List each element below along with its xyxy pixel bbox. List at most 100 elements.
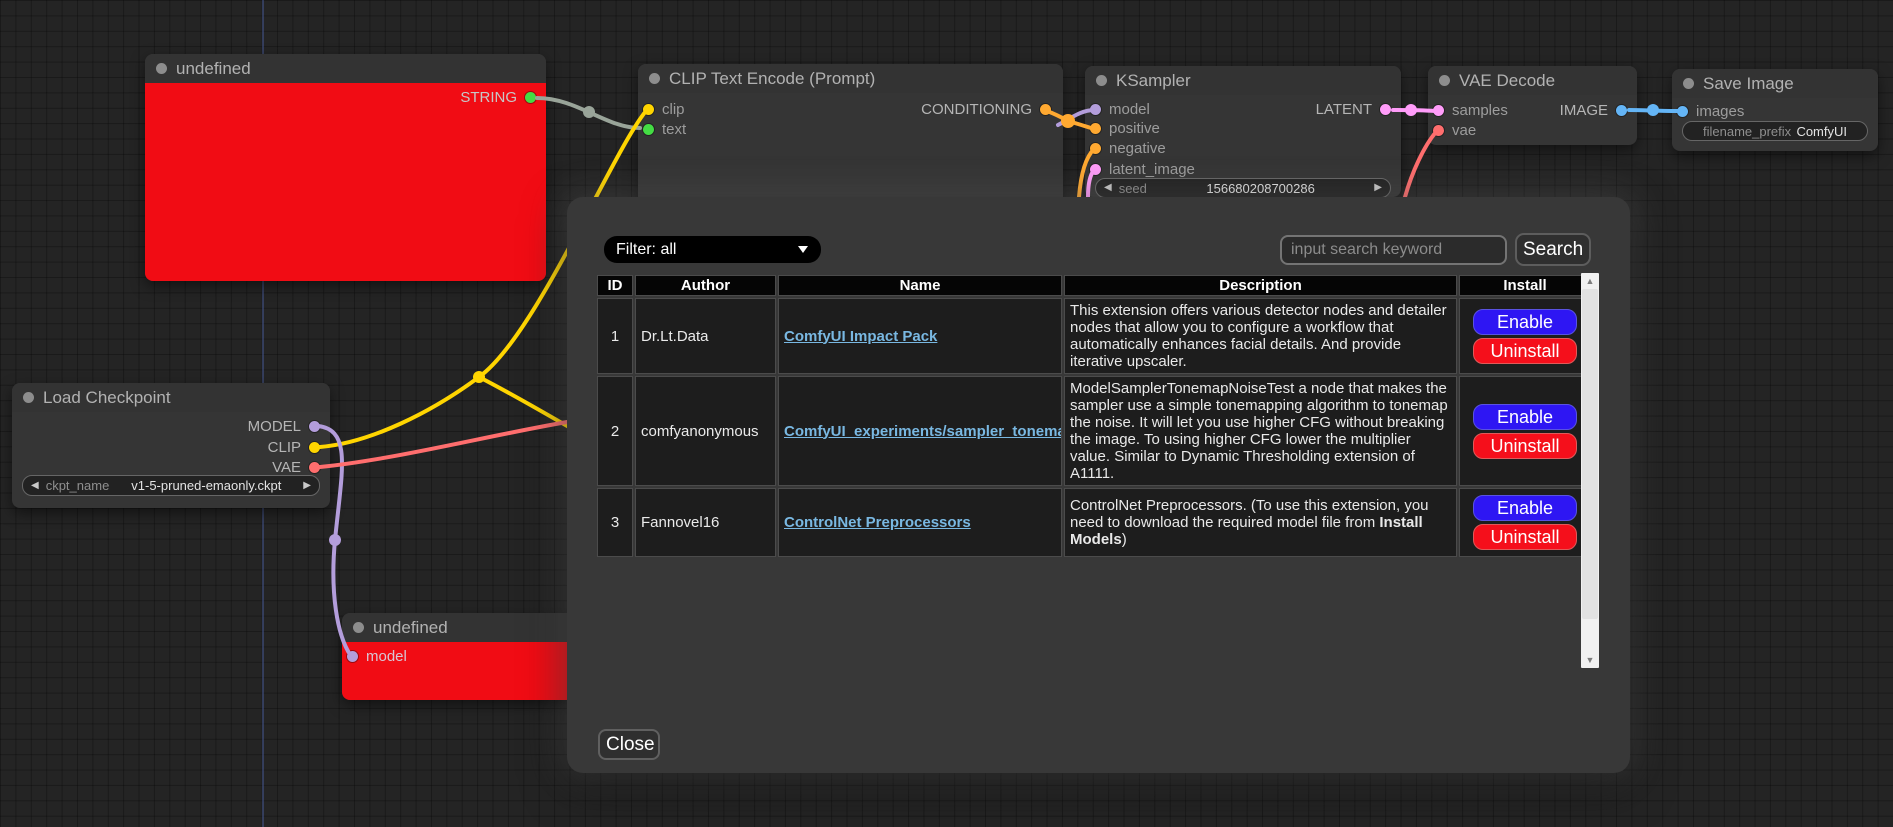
node-vae-decode[interactable]: VAE Decode samples vae IMAGE	[1428, 66, 1637, 145]
port-negative-input[interactable]	[1090, 143, 1101, 154]
port-label: images	[1696, 103, 1744, 120]
uninstall-button[interactable]: Uninstall	[1473, 524, 1577, 550]
cell-id: 3	[597, 488, 633, 557]
node-title-bar[interactable]: undefined	[145, 54, 546, 83]
port-text-input[interactable]	[643, 124, 654, 135]
port-conditioning-output[interactable]	[1040, 104, 1051, 115]
node-ksampler[interactable]: KSampler model positive negative latent_…	[1085, 66, 1401, 197]
collapse-dot-icon[interactable]	[1096, 75, 1107, 86]
scrollbar-thumb[interactable]	[1582, 289, 1598, 619]
port-clip-output[interactable]	[309, 442, 320, 453]
node-title: KSampler	[1116, 71, 1191, 91]
collapse-dot-icon[interactable]	[649, 73, 660, 84]
node-title: undefined	[176, 59, 251, 79]
enable-button[interactable]: Enable	[1473, 404, 1577, 430]
port-model-input[interactable]	[347, 651, 358, 662]
header-author: Author	[635, 275, 776, 296]
port-label: vae	[1452, 122, 1476, 139]
widget-label: filename_prefix	[1703, 124, 1791, 139]
cell-id: 1	[597, 298, 633, 374]
collapse-dot-icon[interactable]	[23, 392, 34, 403]
extension-link[interactable]: ComfyUI Impact Pack	[784, 328, 937, 345]
seed-widget[interactable]: ◀ seed 156680208700286 ▶	[1095, 178, 1391, 198]
node-load-checkpoint[interactable]: Load Checkpoint MODEL CLIP VAE ◀ ckpt_na…	[12, 383, 330, 508]
node-title: Load Checkpoint	[43, 388, 171, 408]
table-scrollbar[interactable]: ▲ ▼	[1581, 273, 1599, 668]
port-clip-input[interactable]	[643, 104, 654, 115]
node-title-bar[interactable]: Save Image	[1672, 69, 1878, 98]
search-input[interactable]	[1280, 235, 1507, 265]
cell-description: This extension offers various detector n…	[1064, 298, 1457, 374]
uninstall-button[interactable]: Uninstall	[1473, 338, 1577, 364]
header-name: Name	[778, 275, 1062, 296]
extensions-table: ID Author Name Description Install 1 Dr.…	[595, 273, 1593, 559]
port-latent-image-input[interactable]	[1090, 164, 1101, 175]
cell-description: ModelSamplerTonemapNoiseTest a node that…	[1064, 376, 1457, 486]
cell-description: ControlNet Preprocessors. (To use this e…	[1064, 488, 1457, 557]
increment-arrow-icon[interactable]: ▶	[1374, 183, 1382, 193]
port-samples-input[interactable]	[1433, 105, 1444, 116]
increment-arrow-icon[interactable]: ▶	[303, 481, 311, 491]
filter-selected-value: Filter: all	[616, 241, 676, 259]
header-id: ID	[597, 275, 633, 296]
widget-label: seed	[1119, 181, 1147, 196]
search-button[interactable]: Search	[1515, 233, 1591, 266]
filter-select[interactable]: Filter: all	[604, 236, 821, 263]
node-body-error: STRING	[145, 83, 546, 281]
port-latent-output[interactable]	[1380, 104, 1391, 115]
port-image-output[interactable]	[1616, 105, 1627, 116]
port-label: latent_image	[1109, 161, 1195, 178]
enable-button[interactable]: Enable	[1473, 495, 1577, 521]
port-label: model	[366, 648, 407, 665]
node-title-bar[interactable]: undefined	[342, 613, 574, 642]
node-save-image[interactable]: Save Image images filename_prefix ComfyU…	[1672, 69, 1878, 151]
port-model-input[interactable]	[1090, 104, 1101, 115]
collapse-dot-icon[interactable]	[1683, 78, 1694, 89]
custom-nodes-manager-dialog: Filter: all Search ID Author Name Descri…	[567, 197, 1630, 773]
scroll-up-icon[interactable]: ▲	[1581, 273, 1599, 289]
collapse-dot-icon[interactable]	[353, 622, 364, 633]
port-model-output[interactable]	[309, 421, 320, 432]
output-label: VAE	[272, 459, 301, 476]
node-title-bar[interactable]: KSampler	[1085, 66, 1401, 95]
cell-author: comfyanonymous	[635, 376, 776, 486]
extensions-table-container: ID Author Name Description Install 1 Dr.…	[595, 273, 1599, 668]
node-undefined-top[interactable]: undefined STRING	[145, 54, 546, 281]
output-label: MODEL	[248, 418, 301, 435]
enable-button[interactable]: Enable	[1473, 309, 1577, 335]
output-label: CLIP	[268, 439, 301, 456]
extension-link[interactable]: ComfyUI_experiments/sampler_tonemap	[784, 423, 1062, 440]
node-clip-text-encode[interactable]: CLIP Text Encode (Prompt) clip text COND…	[638, 64, 1063, 210]
table-row: 1 Dr.Lt.Data ComfyUI Impact Pack This ex…	[597, 298, 1591, 374]
node-title-bar[interactable]: CLIP Text Encode (Prompt)	[638, 64, 1063, 93]
node-title: Save Image	[1703, 74, 1794, 94]
close-button[interactable]: Close	[598, 729, 660, 760]
port-label: clip	[662, 101, 685, 118]
decrement-arrow-icon[interactable]: ◀	[1104, 183, 1112, 193]
port-positive-input[interactable]	[1090, 123, 1101, 134]
scroll-down-icon[interactable]: ▼	[1581, 652, 1599, 668]
port-vae-output[interactable]	[309, 462, 320, 473]
filename-prefix-widget[interactable]: filename_prefix ComfyUI	[1682, 121, 1868, 141]
table-header-row: ID Author Name Description Install	[597, 275, 1591, 296]
node-title-bar[interactable]: VAE Decode	[1428, 66, 1637, 95]
uninstall-button[interactable]: Uninstall	[1473, 433, 1577, 459]
node-undefined-bottom[interactable]: undefined model	[342, 613, 574, 700]
cell-author: Fannovel16	[635, 488, 776, 557]
widget-value: ComfyUI	[1796, 124, 1847, 139]
extension-link[interactable]: ControlNet Preprocessors	[784, 514, 971, 531]
ckpt-name-widget[interactable]: ◀ ckpt_name v1-5-pruned-emaonly.ckpt ▶	[22, 475, 320, 496]
decrement-arrow-icon[interactable]: ◀	[31, 481, 39, 491]
port-label: text	[662, 121, 686, 138]
port-images-input[interactable]	[1677, 106, 1688, 117]
cell-author: Dr.Lt.Data	[635, 298, 776, 374]
collapse-dot-icon[interactable]	[1439, 75, 1450, 86]
node-title: CLIP Text Encode (Prompt)	[669, 69, 875, 89]
node-title-bar[interactable]: Load Checkpoint	[12, 383, 330, 412]
comfyui-app: undefined STRING CLIP Text Encode (Promp…	[0, 0, 1893, 827]
collapse-dot-icon[interactable]	[156, 63, 167, 74]
port-label: positive	[1109, 120, 1160, 137]
port-vae-input[interactable]	[1433, 125, 1444, 136]
port-string-output[interactable]	[525, 92, 536, 103]
chevron-down-icon	[798, 246, 809, 253]
